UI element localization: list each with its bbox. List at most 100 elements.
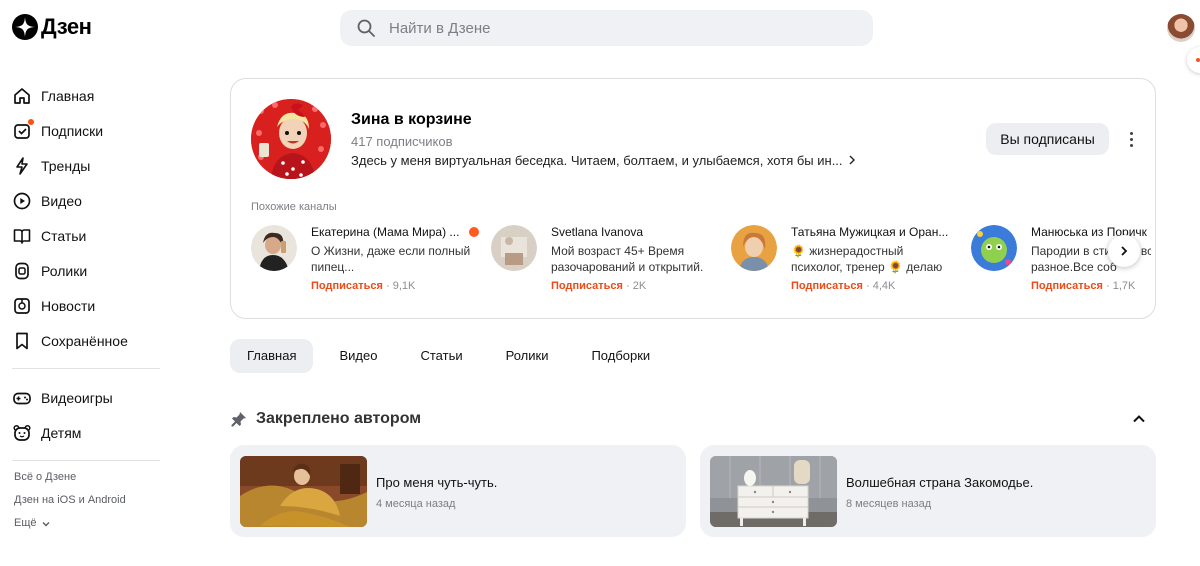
- chevron-right-icon: [1121, 246, 1128, 256]
- brand-name: Дзен: [41, 14, 92, 39]
- pinned-header: Закреплено автором: [230, 410, 421, 428]
- home-icon: [14, 87, 30, 104]
- subscribe-link[interactable]: Подписаться: [551, 280, 623, 292]
- sidebar-item-saved[interactable]: Сохранённое: [12, 323, 162, 358]
- similar-channel-item[interactable]: Svetlana Ivanova Мой возраст 45+ Время р…: [491, 223, 721, 303]
- similar-channel-meta: Подписаться · 4,4K: [791, 280, 895, 292]
- sidebar-item-label: Новости: [41, 297, 96, 314]
- apps-link[interactable]: Дзен на iOS и Android: [14, 489, 126, 512]
- similar-channel-meta: Подписаться · 2K: [551, 280, 646, 292]
- channel-avatar-image: [251, 99, 331, 179]
- more-options-icon[interactable]: [1121, 127, 1141, 151]
- channel-name[interactable]: Зина в корзине: [351, 111, 472, 129]
- sidebar-item-home[interactable]: Главная: [12, 78, 162, 113]
- channel-tabs: Главная Видео Статьи Ролики Подборки: [230, 339, 676, 373]
- channel-card: Зина в корзине 417 подписчиков Здесь у м…: [230, 78, 1156, 319]
- verified-icon: [469, 227, 479, 237]
- dzen-logo[interactable]: Дзен: [12, 14, 92, 40]
- similar-channel-desc: 🌻 жизнерадостный психолог, тренер 🌻 дела…: [791, 244, 943, 277]
- painting-image: [240, 456, 367, 527]
- sidebar-item-label: Главная: [41, 87, 95, 104]
- subscribe-link[interactable]: Подписаться: [1031, 280, 1103, 292]
- about-link[interactable]: Всё о Дзене: [14, 466, 126, 489]
- sidebar-item-label: Видеоигры: [41, 389, 113, 406]
- subscribe-link[interactable]: Подписаться: [311, 280, 383, 292]
- pinned-article-card[interactable]: Про меня чуть-чуть. 4 месяца назад: [230, 445, 686, 537]
- similar-channel-meta: Подписаться · 9,1K: [311, 280, 415, 292]
- dzen-logo-icon: [12, 14, 38, 40]
- kids-icon: [13, 424, 31, 441]
- pinned-article-image: [240, 456, 367, 527]
- sidebar-item-trends[interactable]: Тренды: [12, 148, 162, 183]
- sidebar-divider: [12, 460, 160, 461]
- gamepad-icon: [13, 392, 31, 404]
- pin-icon: [231, 412, 246, 427]
- similar-channel-avatar: [251, 225, 297, 271]
- similar-channel-avatar: [731, 225, 777, 271]
- sidebar-item-label: Сохранённое: [41, 332, 128, 349]
- subscriber-count: · 2K: [626, 280, 647, 292]
- tab-collections[interactable]: Подборки: [574, 339, 667, 373]
- pinned-article-card[interactable]: Волшебная страна Закомодье. 8 месяцев на…: [700, 445, 1156, 537]
- sidebar-item-label: Тренды: [41, 157, 91, 174]
- pinned-article-title: Волшебная страна Закомодье.: [846, 475, 1034, 490]
- subscribed-button[interactable]: Вы подписаны: [986, 123, 1109, 155]
- similar-channel-item[interactable]: Екатерина (Мама Мира) ... О Жизни, даже …: [251, 223, 481, 303]
- sidebar-item-news[interactable]: Новости: [12, 288, 162, 323]
- sidebar-item-shorts[interactable]: Ролики: [12, 253, 162, 288]
- similar-channel-meta: Подписаться · 1,7K: [1031, 280, 1135, 292]
- similar-channel-avatar: [971, 225, 1017, 271]
- subscriber-count: · 4,4K: [866, 280, 896, 292]
- notification-dot: [28, 118, 34, 125]
- sidebar-item-subscriptions[interactable]: Подписки: [12, 113, 162, 148]
- similar-channel-name: Svetlana Ivanova: [551, 225, 644, 239]
- more-link[interactable]: Ещё: [14, 512, 126, 535]
- chevron-up-icon[interactable]: [1130, 410, 1148, 428]
- similar-channels-title: Похожие каналы: [251, 201, 337, 213]
- search-placeholder: Найти в Дзене: [389, 19, 491, 37]
- sidebar-item-videogames[interactable]: Видеоигры: [12, 380, 162, 415]
- tab-shorts[interactable]: Ролики: [489, 339, 566, 373]
- user-avatar[interactable]: [1167, 14, 1195, 42]
- chevron-right-icon: [849, 155, 856, 165]
- search-input[interactable]: Найти в Дзене: [340, 10, 873, 46]
- search-icon: [357, 19, 375, 37]
- sidebar-item-kids[interactable]: Детям: [12, 415, 162, 450]
- news-icon: [14, 297, 30, 314]
- tab-video[interactable]: Видео: [322, 339, 394, 373]
- similar-channel-desc: Мой возраст 45+ Время разочарований и от…: [551, 244, 704, 277]
- tab-articles[interactable]: Статьи: [403, 339, 479, 373]
- subscribe-link[interactable]: Подписаться: [791, 280, 863, 292]
- channel-subscribers: 417 подписчиков: [351, 134, 453, 149]
- sidebar-item-video[interactable]: Видео: [12, 183, 162, 218]
- similar-channel-desc: О Жизни, даже если полный пипец...: [311, 244, 471, 274]
- similar-channel-name: Татьяна Мужицкая и Оран...: [791, 225, 949, 239]
- similar-channel-item[interactable]: Татьяна Мужицкая и Оран... 🌻 жизнерадост…: [731, 223, 961, 303]
- bookmark-icon: [16, 332, 28, 349]
- subscriptions-icon-wrap: [12, 118, 34, 141]
- articles-icon: [13, 228, 31, 244]
- more-label: Ещё: [14, 517, 37, 529]
- channel-description[interactable]: Здесь у меня виртуальная беседка. Читаем…: [351, 153, 856, 168]
- sidebar-item-articles[interactable]: Статьи: [12, 218, 162, 253]
- sidebar-item-label: Статьи: [41, 227, 87, 244]
- video-icon: [13, 192, 31, 209]
- tab-home[interactable]: Главная: [230, 339, 314, 373]
- side-panel-toggle[interactable]: [1187, 47, 1200, 73]
- sidebar-divider: [12, 368, 160, 369]
- pinned-article-image: [710, 456, 837, 527]
- pinned-article-age: 4 месяца назад: [376, 498, 456, 510]
- sidebar-item-label: Видео: [41, 192, 82, 209]
- pinned-article-title: Про меня чуть-чуть.: [376, 475, 498, 490]
- similar-channel-name: Екатерина (Мама Мира) ...: [311, 225, 460, 239]
- subscriber-count: · 1,7K: [1106, 280, 1136, 292]
- channel-avatar[interactable]: [251, 99, 331, 179]
- page: Дзен Найти в Дзене Главная Подписки Трен…: [0, 0, 1200, 566]
- dresser-image: [710, 456, 837, 527]
- sidebar-nav: Главная Подписки Тренды Видео Статьи Рол…: [12, 78, 162, 472]
- trends-icon: [16, 156, 28, 175]
- chevron-down-icon: [42, 521, 50, 526]
- pinned-article-age: 8 месяцев назад: [846, 498, 932, 510]
- sidebar-item-label: Детям: [41, 424, 82, 441]
- similar-next-button[interactable]: [1108, 235, 1140, 267]
